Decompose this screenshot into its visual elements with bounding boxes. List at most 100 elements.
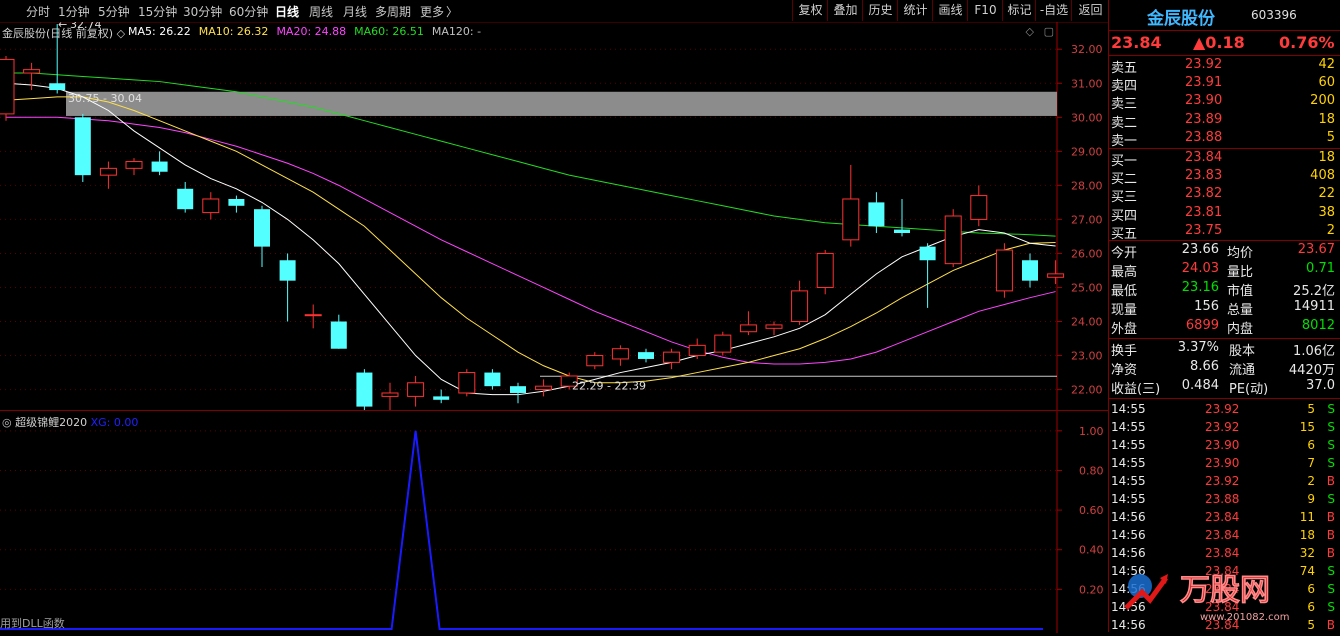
timeframe-tab[interactable]: 周线 bbox=[309, 3, 333, 20]
candle[interactable] bbox=[944, 209, 962, 268]
candle[interactable] bbox=[356, 369, 373, 410]
timeframe-tab[interactable]: 15分钟 bbox=[138, 3, 177, 20]
tick-row[interactable]: 14:56 23.84 11 B bbox=[1109, 510, 1340, 528]
book-row[interactable]: 买四 23.81 38 bbox=[1109, 204, 1340, 224]
candle[interactable] bbox=[74, 113, 91, 182]
fund-label: PE(动) bbox=[1229, 382, 1269, 397]
fund-label: 收益(三) bbox=[1111, 382, 1161, 397]
book-price: 23.81 bbox=[1185, 204, 1223, 220]
tick-row[interactable]: 14:55 23.92 15 S bbox=[1109, 420, 1340, 438]
book-row[interactable]: 买二 23.83 408 bbox=[1109, 168, 1340, 187]
book-row[interactable]: 卖三 23.90 200 bbox=[1109, 93, 1340, 112]
timeframe-tab[interactable]: 多周期 bbox=[375, 3, 411, 20]
indicator-chart[interactable]: 1.00 0.80 0.60 0.40 0.20 bbox=[0, 411, 1108, 633]
indicator-name[interactable]: 超级锦鲤2020 bbox=[15, 416, 87, 429]
toolbar-button[interactable]: 返回 bbox=[1071, 0, 1109, 21]
ma-legend: MA5: 26.22 MA10: 26.32 MA20: 24.88 MA60: 26… bbox=[128, 25, 489, 38]
chart-title: 金辰股份(日线 前复权) ◇ bbox=[2, 25, 125, 41]
candle[interactable] bbox=[330, 314, 347, 349]
candle[interactable] bbox=[125, 158, 143, 176]
timeframe-tab[interactable]: 月线 bbox=[343, 3, 367, 20]
candle[interactable] bbox=[0, 56, 15, 121]
toolbar-button[interactable]: 标记 bbox=[1002, 0, 1036, 21]
timeframe-tab[interactable]: 60分钟 bbox=[229, 3, 268, 20]
indicator-tick-label: 1.00 bbox=[1079, 425, 1104, 438]
candle[interactable] bbox=[638, 348, 654, 363]
candle[interactable] bbox=[151, 151, 168, 176]
candle[interactable] bbox=[894, 198, 910, 237]
price-tick-label: 29.00 bbox=[1071, 145, 1103, 158]
candle[interactable] bbox=[407, 375, 425, 407]
toolbar-button[interactable]: 叠加 bbox=[827, 0, 863, 21]
candle[interactable] bbox=[202, 192, 220, 220]
candle[interactable] bbox=[765, 321, 783, 336]
timeframe-tab[interactable]: 30分钟 bbox=[183, 3, 222, 20]
stat-row: 现量 156 总量 14911 bbox=[1109, 299, 1340, 318]
candle[interactable] bbox=[970, 185, 988, 227]
candle[interactable] bbox=[714, 331, 732, 356]
timeframe-tab[interactable]: 更多 bbox=[420, 3, 444, 20]
toolbar-button[interactable]: -自选 bbox=[1035, 0, 1072, 21]
candle[interactable] bbox=[381, 382, 399, 410]
book-row[interactable]: 卖四 23.91 60 bbox=[1109, 75, 1340, 94]
chart-settings-icon[interactable]: ◇ bbox=[1026, 25, 1034, 38]
kline-chart[interactable]: 32.00 31.00 30.00 29.00 28.00 27.00 26.00 25.00… bbox=[0, 22, 1108, 410]
candle[interactable] bbox=[279, 253, 296, 322]
candle[interactable] bbox=[99, 161, 117, 189]
tick-row[interactable]: 14:55 23.92 5 S bbox=[1109, 402, 1340, 420]
candle[interactable] bbox=[663, 348, 681, 370]
more-chevron-icon[interactable]: 〉 bbox=[446, 3, 458, 20]
candle[interactable] bbox=[995, 243, 1013, 298]
candle[interactable] bbox=[177, 181, 194, 213]
toolbar-button[interactable]: 统计 bbox=[897, 0, 933, 21]
book-row[interactable]: 买三 23.82 22 bbox=[1109, 186, 1340, 205]
stat-value: 23.16 bbox=[1181, 280, 1219, 295]
tick-row[interactable]: 14:55 23.90 6 S bbox=[1109, 438, 1340, 456]
toolbar-button[interactable]: 画线 bbox=[932, 0, 968, 21]
timeframe-tab[interactable]: 5分钟 bbox=[98, 3, 130, 20]
book-row[interactable]: 买一 23.84 18 bbox=[1109, 150, 1340, 169]
candle[interactable] bbox=[1047, 260, 1065, 285]
candle[interactable] bbox=[458, 369, 476, 397]
stat-row: 外盘 6899 内盘 8012 bbox=[1109, 318, 1340, 337]
candle[interactable] bbox=[1022, 253, 1038, 288]
candle[interactable] bbox=[254, 205, 270, 268]
indicator-settings-icon[interactable]: ◎ bbox=[2, 416, 12, 429]
book-row[interactable]: 卖二 23.89 18 bbox=[1109, 112, 1340, 131]
book-price: 23.83 bbox=[1185, 168, 1223, 184]
expand-icon[interactable]: ◇ bbox=[117, 27, 125, 40]
candle[interactable] bbox=[586, 352, 604, 370]
timeframe-tab[interactable]: 日线 bbox=[275, 3, 299, 20]
ma-legend-item: MA10: 26.32 bbox=[198, 25, 269, 38]
timeframe-tab[interactable]: 1分钟 bbox=[58, 3, 90, 20]
indicator-panel[interactable]: 1.00 0.80 0.60 0.40 0.20 ◎ 超级锦鲤2020 XG: 0.00… bbox=[0, 410, 1108, 633]
book-row[interactable]: 买五 23.75 2 bbox=[1109, 223, 1340, 242]
candle[interactable] bbox=[816, 250, 834, 295]
candle[interactable] bbox=[484, 369, 501, 390]
candle[interactable] bbox=[611, 345, 629, 366]
tick-side: S bbox=[1327, 492, 1335, 506]
candle[interactable] bbox=[919, 243, 936, 308]
support-annotation: 22.29 - 22.39 bbox=[572, 380, 646, 393]
candle[interactable] bbox=[535, 379, 553, 397]
toolbar-button[interactable]: 复权 bbox=[792, 0, 828, 21]
kline-panel[interactable]: 32.00 31.00 30.00 29.00 28.00 27.00 26.00 25.00… bbox=[0, 22, 1108, 410]
candle[interactable] bbox=[842, 164, 860, 247]
toolbar-button[interactable]: 历史 bbox=[862, 0, 898, 21]
tick-row[interactable]: 14:55 23.90 7 S bbox=[1109, 456, 1340, 474]
candle[interactable] bbox=[739, 311, 757, 336]
tick-row[interactable]: 14:55 23.92 2 B bbox=[1109, 474, 1340, 492]
tick-row[interactable]: 14:55 23.88 9 S bbox=[1109, 492, 1340, 510]
candle[interactable] bbox=[688, 338, 706, 359]
chart-window-icon[interactable]: ▢ bbox=[1044, 25, 1054, 38]
book-row[interactable]: 卖一 23.88 5 bbox=[1109, 130, 1340, 149]
timeframe-tab[interactable]: 分时 bbox=[26, 3, 50, 20]
book-row[interactable]: 卖五 23.92 42 bbox=[1109, 57, 1340, 76]
toolbar-button[interactable]: F10 bbox=[967, 0, 1003, 21]
candle[interactable] bbox=[510, 382, 526, 404]
tick-row[interactable]: 14:56 23.84 18 B bbox=[1109, 528, 1340, 546]
tick-volume: 15 bbox=[1299, 420, 1315, 434]
candle[interactable] bbox=[433, 389, 450, 404]
candle[interactable] bbox=[228, 195, 245, 213]
candle[interactable] bbox=[304, 304, 322, 329]
